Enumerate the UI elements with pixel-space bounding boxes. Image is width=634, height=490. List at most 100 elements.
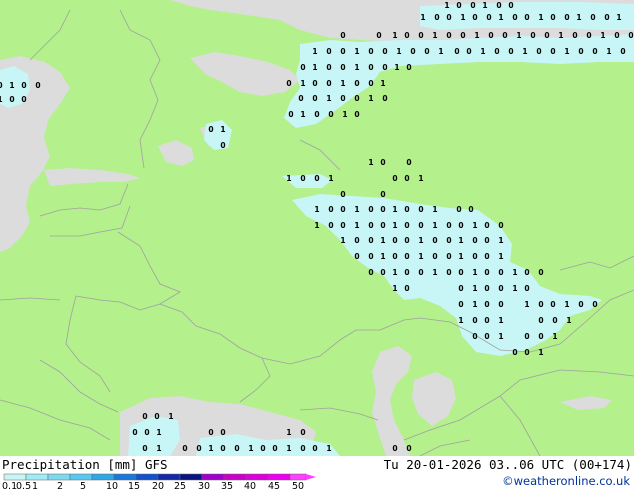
precip-value-marker: 1 (326, 444, 331, 453)
precip-value-marker: 1 (300, 79, 305, 88)
precip-value-marker: 0 (272, 444, 277, 453)
precip-value-marker: 0 (538, 316, 543, 325)
scale-swatch (201, 473, 225, 481)
legend-footer: Precipitation [mm] GFS Tu 20-01-2026 03.… (0, 456, 634, 490)
precip-value-marker: 1 (328, 174, 333, 183)
precip-value-marker: 0 (21, 95, 26, 104)
precip-value-marker: 1 (392, 31, 397, 40)
precip-value-marker: 0 (328, 221, 333, 230)
precip-value-marker: 0 (368, 63, 373, 72)
precip-value-marker: 0 (488, 31, 493, 40)
precip-value-marker: 1 (418, 236, 423, 245)
precip-value-marker: 0 (406, 444, 411, 453)
precip-value-marker: 1 (498, 13, 503, 22)
precip-value-marker: 0 (432, 236, 437, 245)
precip-value-marker: 0 (484, 252, 489, 261)
precip-value-marker: 0 (446, 252, 451, 261)
precip-value-marker: 0 (260, 444, 265, 453)
precip-value-marker: 0 (380, 190, 385, 199)
precip-value-marker: 0 (508, 47, 513, 56)
precip-value-marker: 1 (438, 47, 443, 56)
precip-value-marker: 0 (484, 332, 489, 341)
scale-swatch (69, 473, 93, 481)
scale-tick-label: 50 (292, 481, 304, 490)
precip-value-marker: 0 (340, 63, 345, 72)
precipitation-map: 1001001001001001001001001001001001001001… (0, 0, 634, 456)
precip-value-marker: 1 (600, 31, 605, 40)
precip-value-marker: 0 (498, 268, 503, 277)
precip-value-marker: 0 (328, 205, 333, 214)
precip-value-marker: 0 (484, 268, 489, 277)
scale-tick-label: 5 (80, 481, 86, 490)
precip-value-marker: 0 (298, 94, 303, 103)
precip-value-marker: 0 (392, 252, 397, 261)
precip-value-marker: 1 (168, 412, 173, 421)
precip-value-marker: 0 (312, 79, 317, 88)
precip-value-marker: 0 (9, 95, 14, 104)
precip-value-marker: 0 (552, 316, 557, 325)
precip-value-marker: 0 (142, 412, 147, 421)
precip-value-marker: 0 (496, 1, 501, 10)
precip-value-marker: 0 (220, 141, 225, 150)
precip-value-marker: 1 (480, 47, 485, 56)
precip-value-marker: 0 (382, 47, 387, 56)
precip-value-marker: 1 (538, 348, 543, 357)
precip-value-marker: 1 (458, 252, 463, 261)
scale-swatch (135, 473, 159, 481)
precip-value-marker: 0 (354, 79, 359, 88)
precip-value-marker: 1 (524, 300, 529, 309)
precip-value-marker: 1 (498, 252, 503, 261)
precip-value-marker: 0 (312, 444, 317, 453)
precip-value-marker: 0 (590, 13, 595, 22)
precip-value-marker: 0 (424, 47, 429, 56)
precip-value-marker: 0 (498, 221, 503, 230)
precip-value-marker: 0 (35, 81, 40, 90)
precip-value-marker: 0 (418, 221, 423, 230)
scale-swatch (25, 473, 49, 481)
legend-model: GFS (145, 457, 168, 472)
precip-value-marker: 0 (432, 252, 437, 261)
precip-value-marker: 0 (312, 94, 317, 103)
precip-value-marker: 1 (538, 13, 543, 22)
precip-value-marker: 1 (392, 268, 397, 277)
precip-value-marker: 1 (342, 110, 347, 119)
precip-value-marker: 0 (524, 284, 529, 293)
precip-value-marker: 0 (458, 284, 463, 293)
precip-value-marker: 0 (472, 332, 477, 341)
precip-value-marker: 1 (472, 268, 477, 277)
precip-value-marker: 0 (468, 205, 473, 214)
credit-link[interactable]: ©weatheronline.co.uk (502, 474, 630, 488)
precip-value-marker: 0 (454, 47, 459, 56)
precip-value-marker: 1 (474, 31, 479, 40)
scale-swatch (245, 473, 269, 481)
precip-value-marker: 0 (484, 236, 489, 245)
precip-value-marker: 0 (208, 125, 213, 134)
precip-value-marker: 0 (208, 428, 213, 437)
precip-value-marker: 0 (404, 174, 409, 183)
precip-value-marker: 1 (458, 316, 463, 325)
precip-value-marker: 0 (472, 236, 477, 245)
precip-value-marker: 0 (326, 47, 331, 56)
precip-value-marker: 0 (458, 221, 463, 230)
precip-value-marker: 0 (354, 94, 359, 103)
precip-value-marker: 1 (380, 236, 385, 245)
precip-value-marker: 0 (456, 205, 461, 214)
scale-swatch (91, 473, 115, 481)
scale-swatch (223, 473, 247, 481)
precip-value-marker: 1 (460, 13, 465, 22)
precip-value-marker: 0 (498, 284, 503, 293)
precip-value-marker: 0 (354, 252, 359, 261)
precip-value-marker: 0 (368, 205, 373, 214)
precip-value-marker: 0 (538, 332, 543, 341)
precip-value-marker: 1 (286, 428, 291, 437)
precip-value-marker: 0 (446, 268, 451, 277)
precip-value-marker: 0 (328, 110, 333, 119)
precip-value-marker: 1 (354, 63, 359, 72)
precip-value-marker: 0 (196, 444, 201, 453)
precip-value-marker: 1 (286, 444, 291, 453)
precip-value-marker: 0 (392, 236, 397, 245)
precip-value-marker: 0 (380, 205, 385, 214)
precip-value-marker: 1 (418, 174, 423, 183)
precip-value-marker: 0 (458, 268, 463, 277)
precip-value-marker: 1 (396, 47, 401, 56)
